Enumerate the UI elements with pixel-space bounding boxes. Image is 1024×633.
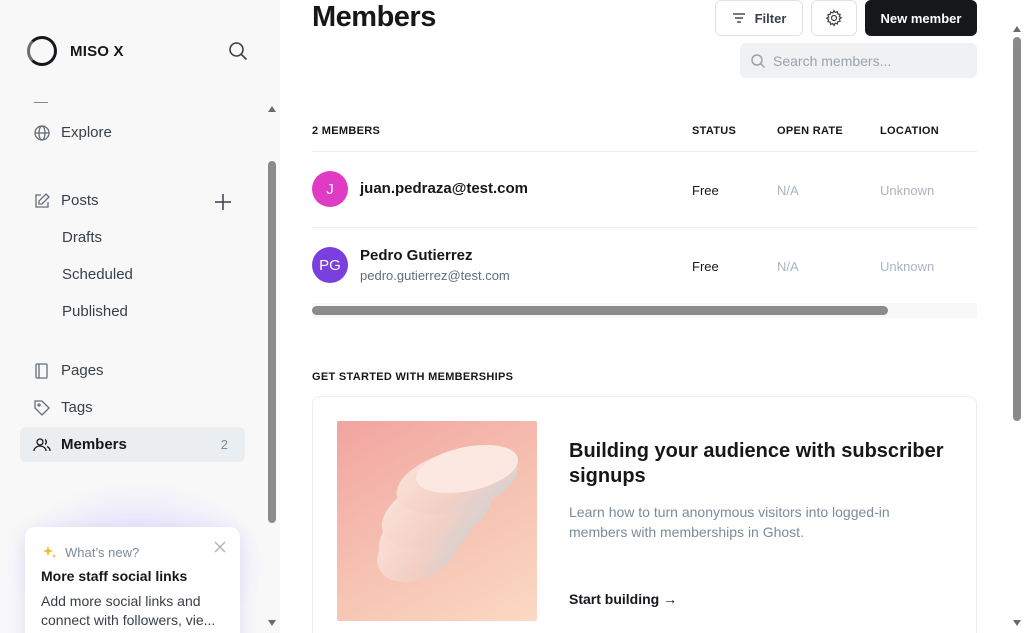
member-open-rate: N/A (777, 259, 799, 274)
sidebar-item-published[interactable]: Published (20, 294, 245, 329)
settings-button[interactable] (811, 0, 857, 36)
sidebar-item-label: Scheduled (62, 266, 133, 283)
hidden-item-icon (34, 97, 48, 103)
whats-new-heading-text: What’s new? (65, 544, 140, 560)
sidebar-item-label: Published (62, 303, 128, 320)
column-header-status[interactable]: STATUS (692, 125, 736, 137)
get-started-card[interactable]: Building your audience with subscriber s… (312, 396, 977, 633)
sidebar-item-label: Explore (61, 124, 112, 141)
whats-new-title: More staff social links (41, 568, 188, 584)
sidebar-item-scheduled[interactable]: Scheduled (20, 257, 245, 292)
close-icon[interactable] (214, 541, 226, 553)
sparkle-icon (43, 546, 56, 558)
main-content: Members Filter New member 2 MEMBERS STAT… (280, 0, 1024, 633)
member-location: Unknown (880, 183, 935, 198)
section-title: GET STARTED WITH MEMBERSHIPS (312, 371, 514, 383)
sidebar-item-tags[interactable]: Tags (20, 390, 245, 425)
sidebar-item-label: Members (61, 436, 127, 453)
scroll-up-arrow-icon[interactable] (1013, 26, 1021, 32)
sidebar-item-members[interactable]: Members 2 (20, 427, 245, 462)
table-horizontal-scroll-thumb[interactable] (312, 306, 888, 315)
filter-button[interactable]: Filter (715, 0, 803, 36)
card-title: Building your audience with subscriber s… (569, 440, 944, 487)
member-name: Pedro Gutierrez (360, 247, 473, 264)
filter-label: Filter (754, 10, 787, 26)
sidebar-item-label: Drafts (62, 229, 103, 246)
sidebar-item-drafts[interactable]: Drafts (20, 220, 245, 255)
scroll-down-arrow-icon[interactable] (1013, 620, 1021, 626)
search-icon (751, 54, 766, 69)
column-header-members[interactable]: 2 MEMBERS (312, 125, 380, 137)
sidebar-item-explore[interactable]: Explore (20, 115, 245, 150)
globe-icon (34, 125, 50, 141)
avatar: J (312, 171, 348, 207)
gear-icon (825, 9, 843, 27)
card-illustration (337, 421, 537, 621)
brand[interactable]: MISO X (27, 36, 124, 66)
members-icon (33, 438, 51, 452)
divider (312, 151, 977, 152)
pages-icon (35, 363, 48, 379)
start-building-link[interactable]: Start building → (569, 591, 677, 607)
sidebar: MISO X Explore Posts Drafts Scheduled Pu… (0, 0, 280, 633)
brand-logo-icon (27, 36, 57, 66)
divider (312, 227, 977, 228)
member-status: Free (692, 183, 719, 198)
scroll-up-arrow-icon[interactable] (268, 106, 276, 112)
avatar: PG (312, 247, 348, 283)
member-email: pedro.gutierrez@test.com (360, 268, 510, 283)
sidebar-item-posts[interactable]: Posts (20, 183, 245, 218)
column-header-location[interactable]: LOCATION (880, 125, 939, 137)
search-members[interactable] (740, 43, 977, 78)
filter-icon (732, 13, 745, 23)
new-member-button[interactable]: New member (865, 0, 977, 36)
card-description: Learn how to turn anonymous visitors int… (569, 504, 890, 540)
sidebar-item-label: Posts (61, 192, 99, 209)
plus-icon[interactable] (213, 192, 233, 212)
member-location: Unknown (880, 259, 935, 274)
column-header-open-rate[interactable]: OPEN RATE (777, 125, 843, 137)
sidebar-item-label: Pages (61, 362, 104, 379)
brand-name: MISO X (70, 42, 124, 60)
edit-icon (35, 193, 50, 208)
members-count: 2 (220, 437, 228, 452)
member-name: juan.pedraza@test.com (360, 180, 529, 197)
tag-icon (34, 400, 50, 416)
whats-new-body: Add more social links and connect with f… (41, 593, 216, 628)
sidebar-item-pages[interactable]: Pages (20, 353, 245, 388)
sidebar-scroll-thumb[interactable] (268, 161, 276, 523)
member-open-rate: N/A (777, 183, 799, 198)
floating-discs-image (377, 444, 519, 582)
search-icon[interactable] (227, 40, 249, 62)
search-input[interactable] (773, 43, 968, 78)
whats-new-card[interactable]: What’s new? More staff social links Add … (25, 527, 240, 633)
scroll-down-arrow-icon[interactable] (268, 620, 276, 626)
sidebar-item-label: Tags (61, 399, 93, 416)
member-status: Free (692, 259, 719, 274)
page-title: Members (312, 1, 436, 33)
whats-new-heading: What’s new? (41, 544, 139, 560)
main-scroll-thumb[interactable] (1013, 37, 1021, 421)
